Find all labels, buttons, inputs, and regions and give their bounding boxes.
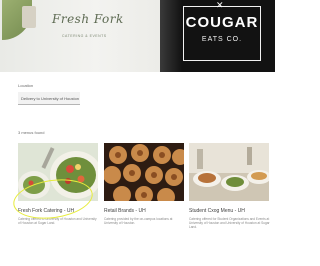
fresh-fork-logo: Fresh Fork <box>52 12 124 26</box>
location-value: Delivery to University of Houston <box>21 96 80 101</box>
card-description: Catering offered to University of Housto… <box>18 217 97 226</box>
fresh-fork-subtitle: CATERING & EVENTS <box>62 34 107 38</box>
card-description: Catering offered for Student Organizatio… <box>189 217 270 230</box>
fresh-fork-banner: Fresh Fork CATERING & EVENTS <box>0 0 160 72</box>
menus-found-count: 3 menus found <box>18 130 45 135</box>
cougar-title: COUGAR <box>185 14 259 31</box>
cup-image <box>22 6 36 28</box>
location-select[interactable]: Delivery to University of Houston <box>18 92 80 105</box>
location-label: Location <box>18 83 34 88</box>
menu-card-retail-brands[interactable]: Retail Brands - UH Catering provided by … <box>104 143 184 225</box>
donuts-image <box>104 143 184 201</box>
buffet-image <box>189 143 269 201</box>
card-title[interactable]: Retail Brands - UH <box>104 208 146 214</box>
header-banner: Fresh Fork CATERING & EVENTS ✕ COUGAR EA… <box>0 0 275 72</box>
card-description: Catering provided by the on-campus locat… <box>104 217 173 226</box>
utensils-icon: ✕ <box>216 0 224 10</box>
card-title[interactable]: Student Cxog Menu - UH <box>189 208 245 214</box>
cougar-subtitle: EATS CO. <box>201 36 243 43</box>
page: Fresh Fork CATERING & EVENTS ✕ COUGAR EA… <box>0 0 275 266</box>
menu-card-student-org[interactable]: Student Cxog Menu - UH Catering offered … <box>189 143 270 229</box>
